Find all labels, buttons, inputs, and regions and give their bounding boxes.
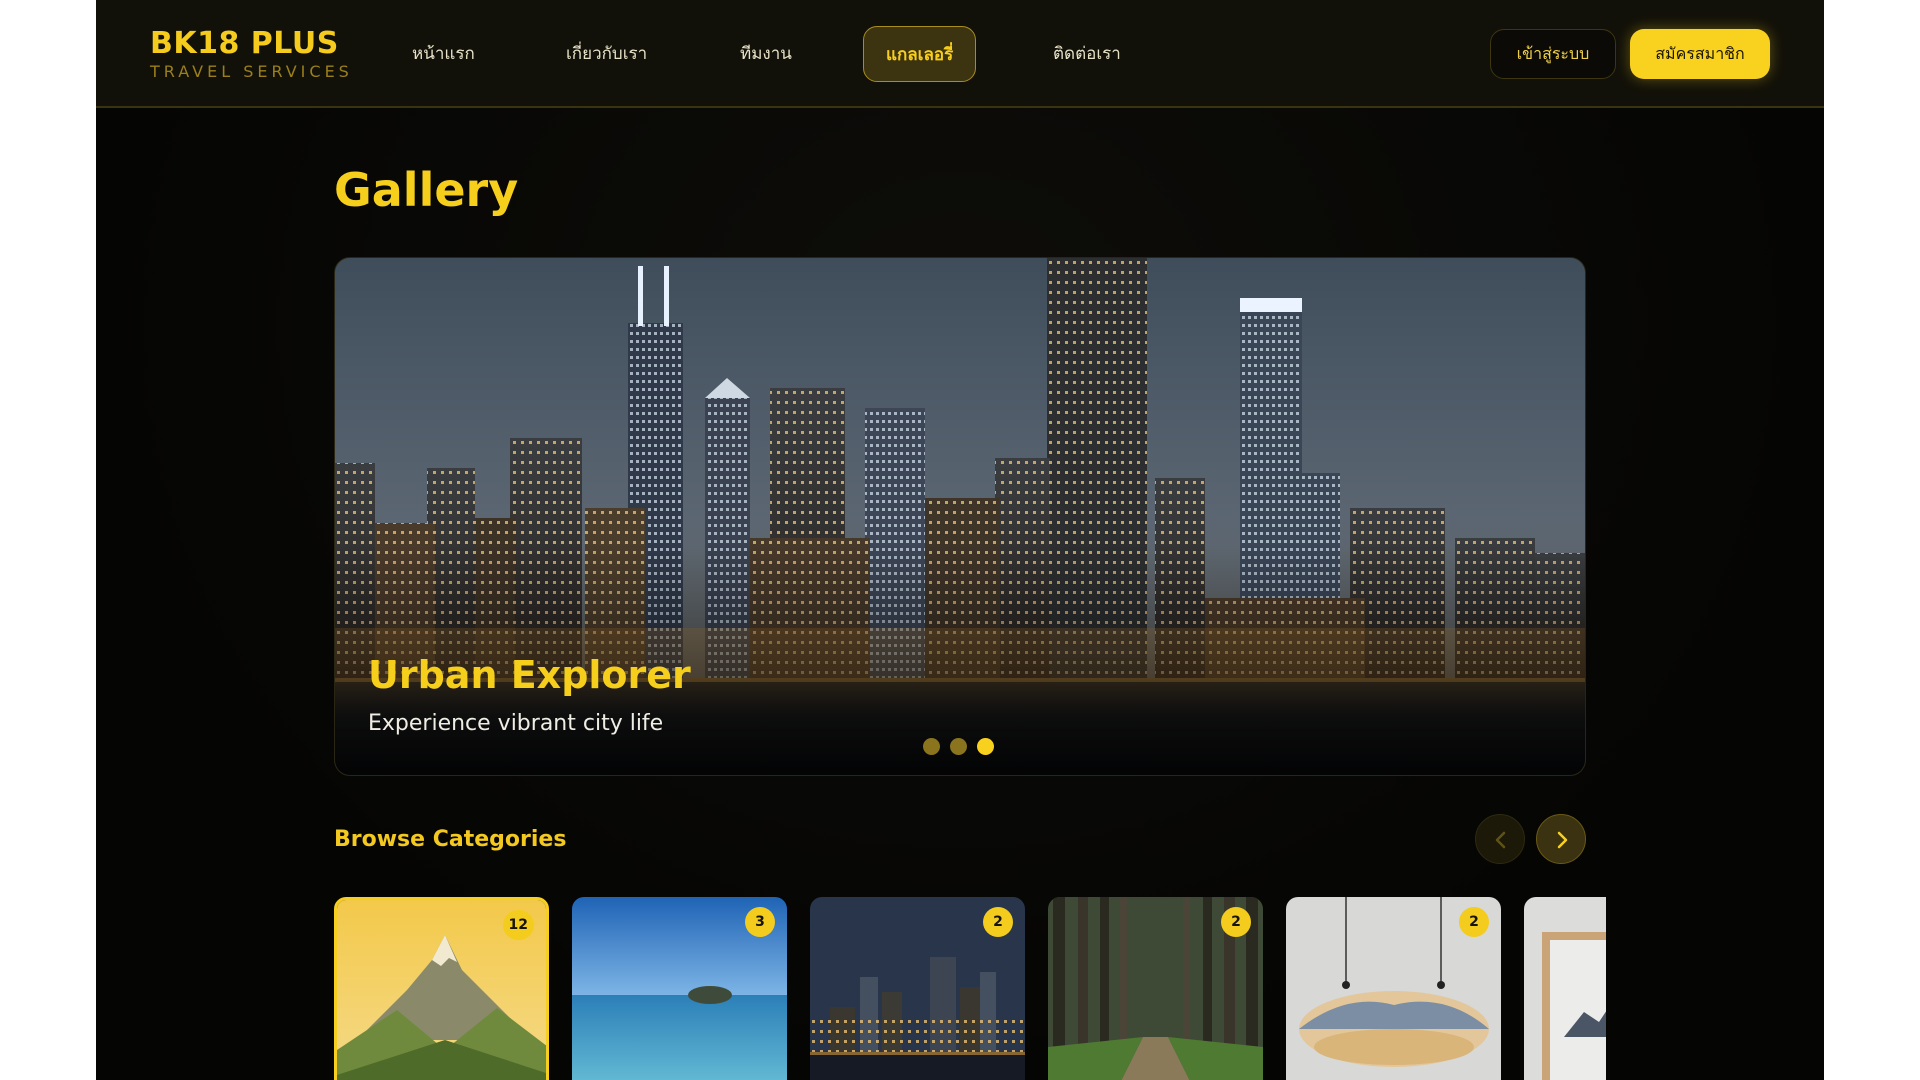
category-carousel: 12 3 2 2 2 (334, 897, 1606, 1080)
register-button[interactable]: สมัครสมาชิก (1630, 29, 1770, 79)
category-card-forest[interactable]: 2 (1048, 897, 1263, 1080)
category-card-city[interactable]: 2 (810, 897, 1025, 1080)
browse-categories-heading: Browse Categories (334, 827, 567, 852)
hero-carousel[interactable]: Urban Explorer Experience vibrant city l… (334, 257, 1586, 776)
category-card-art[interactable] (1524, 897, 1606, 1080)
framed-mountain-art-image (1524, 897, 1606, 1080)
hero-subtitle: Experience vibrant city life (368, 711, 664, 736)
nav-item-home[interactable]: หน้าแรก (412, 26, 475, 82)
category-card-decor[interactable]: 2 (1286, 897, 1501, 1080)
chevron-right-icon (1557, 831, 1568, 849)
category-count-badge: 12 (502, 910, 534, 940)
login-button[interactable]: เข้าสู่ระบบ (1490, 29, 1616, 79)
carousel-dot-1[interactable] (923, 738, 940, 755)
page-title: Gallery (334, 163, 519, 217)
chevron-left-icon (1495, 831, 1506, 849)
carousel-dot-2[interactable] (950, 738, 967, 755)
carousel-dot-3[interactable] (977, 738, 994, 755)
nav-item-about[interactable]: เกี่ยวกับเรา (566, 26, 647, 82)
category-card-ocean[interactable]: 3 (572, 897, 787, 1080)
nav-item-contact[interactable]: ติดต่อเรา (1053, 26, 1121, 82)
category-count-badge: 2 (1459, 907, 1489, 937)
nav-item-team[interactable]: ทีมงาน (740, 26, 792, 82)
category-card-mountains[interactable]: 12 (334, 897, 549, 1080)
categories-next-button[interactable] (1536, 814, 1586, 864)
category-count-badge: 2 (1221, 907, 1251, 937)
categories-prev-button[interactable] (1475, 814, 1525, 864)
hero-title: Urban Explorer (368, 653, 691, 697)
top-navbar: BK18 PLUS TRAVEL SERVICES หน้าแรก เกี่ยว… (96, 0, 1824, 108)
nav-item-gallery[interactable]: แกลเลอรี่ (863, 26, 977, 82)
app-window: BK18 PLUS TRAVEL SERVICES หน้าแรก เกี่ยว… (96, 0, 1824, 1080)
category-count-badge: 2 (983, 907, 1013, 937)
category-count-badge: 3 (745, 907, 775, 937)
